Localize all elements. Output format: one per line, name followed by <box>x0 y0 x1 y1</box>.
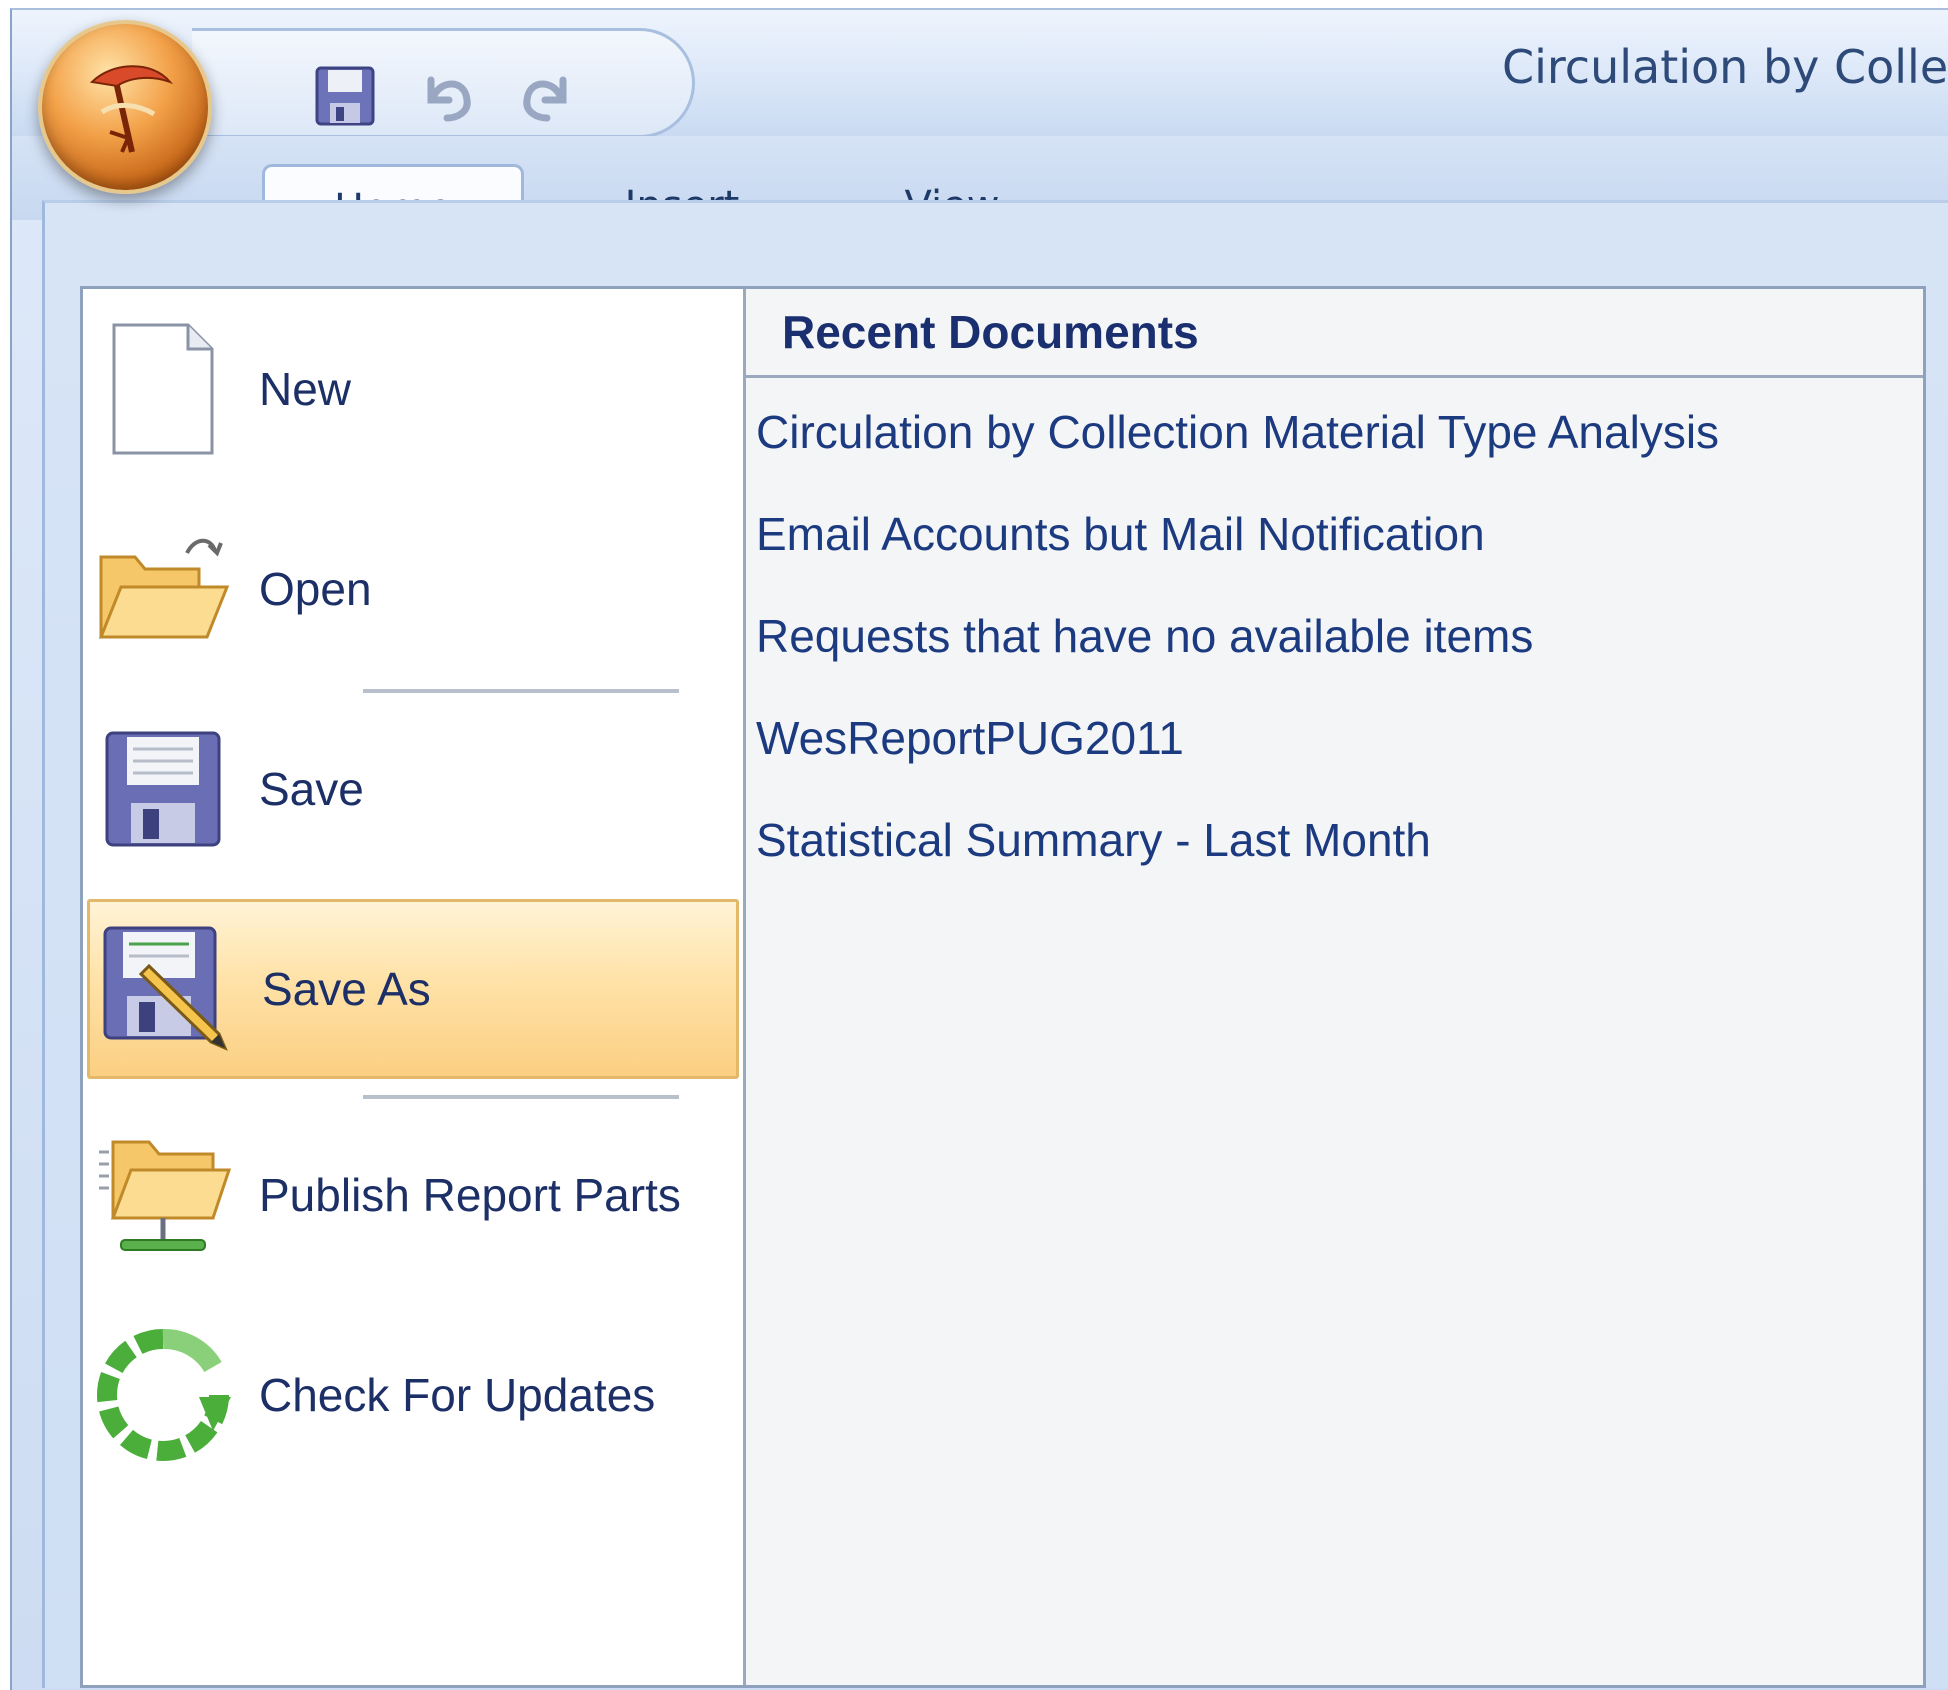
new-document-icon <box>112 323 214 455</box>
menu-separator <box>363 689 679 693</box>
menu-item-new[interactable]: New <box>87 299 739 479</box>
recent-documents-header: Recent Documents <box>746 289 1923 378</box>
menu-commands: New Open Save Save As Publish Report Par… <box>83 289 746 1685</box>
menu-item-save[interactable]: Save <box>87 699 739 879</box>
refresh-icon <box>97 1329 231 1461</box>
menu-item-label: New <box>259 363 352 415</box>
qat-save-button[interactable] <box>310 61 380 131</box>
application-menu: New Open Save Save As Publish Report Par… <box>80 286 1926 1688</box>
qat-redo-button[interactable] <box>512 61 582 131</box>
redo-icon <box>523 76 567 122</box>
title-bar: Circulation by Colle <box>12 10 1948 138</box>
quick-access-toolbar <box>192 28 695 138</box>
application-menu-orb[interactable] <box>38 20 212 194</box>
menu-item-check-for-updates[interactable]: Check For Updates <box>87 1305 739 1485</box>
menu-item-label: Open <box>259 563 372 615</box>
recent-document-item[interactable]: Email Accounts but Mail Notification <box>756 499 1485 569</box>
save-as-icon <box>103 926 228 1051</box>
qat-undo-button[interactable] <box>412 61 482 131</box>
menu-separator <box>363 1095 679 1099</box>
window-title: Circulation by Colle <box>1502 40 1948 94</box>
menu-item-publish-report-parts[interactable]: Publish Report Parts <box>87 1105 739 1285</box>
app-logo-icon <box>89 65 174 153</box>
menu-item-label: Check For Updates <box>259 1369 656 1421</box>
undo-icon <box>427 76 471 122</box>
menu-item-label: Save <box>259 763 364 815</box>
menu-item-label: Save As <box>262 963 431 1015</box>
recent-document-item[interactable]: Circulation by Collection Material Type … <box>756 397 1719 467</box>
recent-documents-title: Recent Documents <box>782 306 1199 358</box>
open-folder-icon <box>98 538 230 639</box>
publish-folder-icon <box>99 1140 232 1251</box>
menu-item-open[interactable]: Open <box>87 499 739 679</box>
menu-item-label: Publish Report Parts <box>259 1169 681 1221</box>
recent-document-item[interactable]: WesReportPUG2011 <box>756 703 1184 773</box>
recent-documents-panel: Recent Documents Circulation by Collecti… <box>746 289 1923 1685</box>
recent-document-item[interactable]: Statistical Summary - Last Month <box>756 805 1431 875</box>
save-icon <box>315 66 375 126</box>
recent-document-item[interactable]: Requests that have no available items <box>756 601 1533 671</box>
save-disk-icon <box>105 731 221 847</box>
menu-item-save-as[interactable]: Save As <box>87 899 739 1079</box>
